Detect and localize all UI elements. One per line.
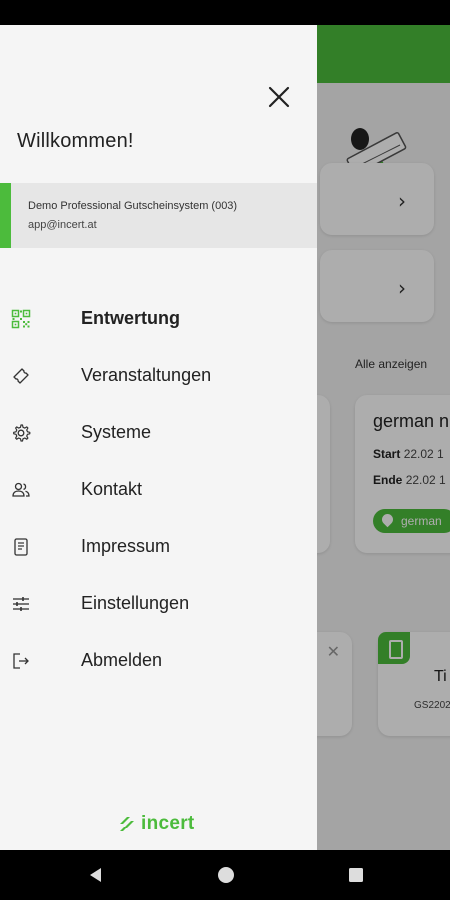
close-drawer-button[interactable] [265, 83, 293, 111]
brand-name: incert [141, 813, 195, 834]
gear-icon [11, 423, 31, 443]
status-bar [0, 0, 450, 25]
people-icon [11, 480, 31, 500]
menu-item-einstellungen[interactable]: Einstellungen [0, 582, 317, 626]
system-navigation-bar [0, 850, 450, 900]
menu-item-label: Systeme [81, 422, 152, 442]
close-icon [268, 86, 290, 108]
menu-item-label: Kontakt [81, 479, 143, 499]
menu-item-label: Abmelden [81, 650, 163, 670]
menu-item-label: Veranstaltungen [81, 365, 212, 385]
recent-apps-icon[interactable] [346, 865, 366, 885]
logout-icon [11, 651, 31, 671]
document-icon [11, 537, 31, 557]
menu-item-impressum[interactable]: Impressum [0, 525, 317, 569]
menu-item-label: Einstellungen [81, 593, 190, 613]
incert-logo-icon [120, 817, 134, 831]
home-icon[interactable] [216, 865, 236, 885]
ticket-icon [11, 366, 31, 386]
welcome-heading: Willkommen! [17, 130, 134, 152]
menu-item-systeme[interactable]: Systeme [0, 411, 317, 455]
navigation-drawer: Willkommen! Demo Professional Gutscheins… [0, 25, 317, 850]
menu-item-abmelden[interactable]: Abmelden [0, 639, 317, 683]
account-card[interactable]: Demo Professional Gutscheinsystem (003) … [0, 183, 317, 248]
qr-code-icon [11, 309, 31, 329]
menu-item-kontakt[interactable]: Kontakt [0, 468, 317, 512]
sliders-icon [11, 594, 31, 614]
back-icon[interactable] [86, 865, 106, 885]
menu-item-label: Impressum [81, 536, 171, 556]
menu-item-veranstaltungen[interactable]: Veranstaltungen [0, 354, 317, 398]
account-email: app@incert.at [28, 219, 97, 231]
menu-item-entwertung[interactable]: Entwertung [0, 297, 317, 341]
account-name: Demo Professional Gutscheinsystem (003) [28, 200, 238, 212]
account-accent-bar [0, 183, 11, 248]
menu-item-label: Entwertung [81, 308, 180, 328]
